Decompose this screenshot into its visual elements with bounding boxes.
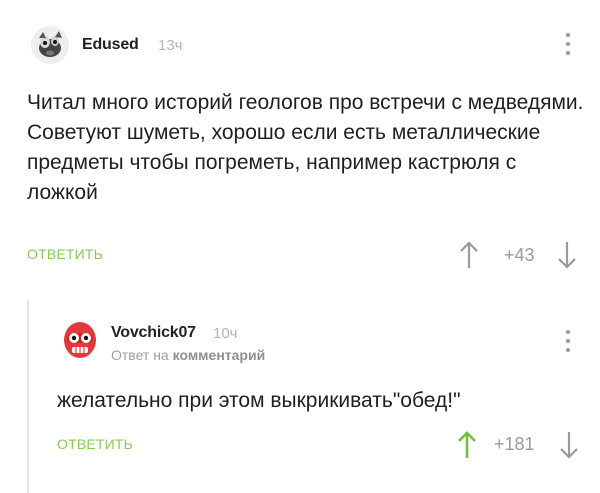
reply-to-link[interactable]: комментарий (173, 347, 266, 363)
reply-to-info: Ответ на комментарий (111, 347, 265, 363)
reply-button[interactable]: ОТВЕТИТЬ (27, 246, 103, 262)
thread-line[interactable] (27, 300, 29, 493)
comment-time: 13ч (158, 37, 183, 54)
user-avatar[interactable] (61, 320, 99, 360)
comment-reply: Vovchick07 10ч Ответ на комментарий жела… (0, 300, 600, 493)
more-options-icon[interactable] (562, 33, 574, 63)
author-name[interactable]: Vovchick07 (111, 324, 196, 342)
comment-text: желательно при этом выкрикивать"обед!" (57, 389, 461, 412)
author-name[interactable]: Edused (82, 36, 139, 54)
rating-value: +181 (494, 434, 535, 454)
comment-time: 10ч (213, 325, 238, 342)
robot-face-avatar-icon (64, 322, 96, 358)
comment-text: Читал много историй геологов про встречи… (27, 91, 584, 204)
reply-button[interactable]: ОТВЕТИТЬ (57, 436, 133, 452)
more-options-icon[interactable] (562, 330, 574, 360)
downvote-arrow-icon[interactable] (558, 430, 580, 460)
rating-value: +43 (504, 245, 535, 265)
user-avatar[interactable] (31, 26, 69, 64)
comment: Edused 13ч Читал много историй геологов … (0, 0, 600, 300)
reply-to-prefix: Ответ на (111, 347, 169, 363)
downvote-arrow-icon[interactable] (556, 240, 578, 270)
upvote-arrow-icon[interactable] (458, 240, 480, 270)
animal-avatar-icon (31, 26, 69, 64)
upvote-arrow-icon[interactable] (456, 430, 478, 460)
